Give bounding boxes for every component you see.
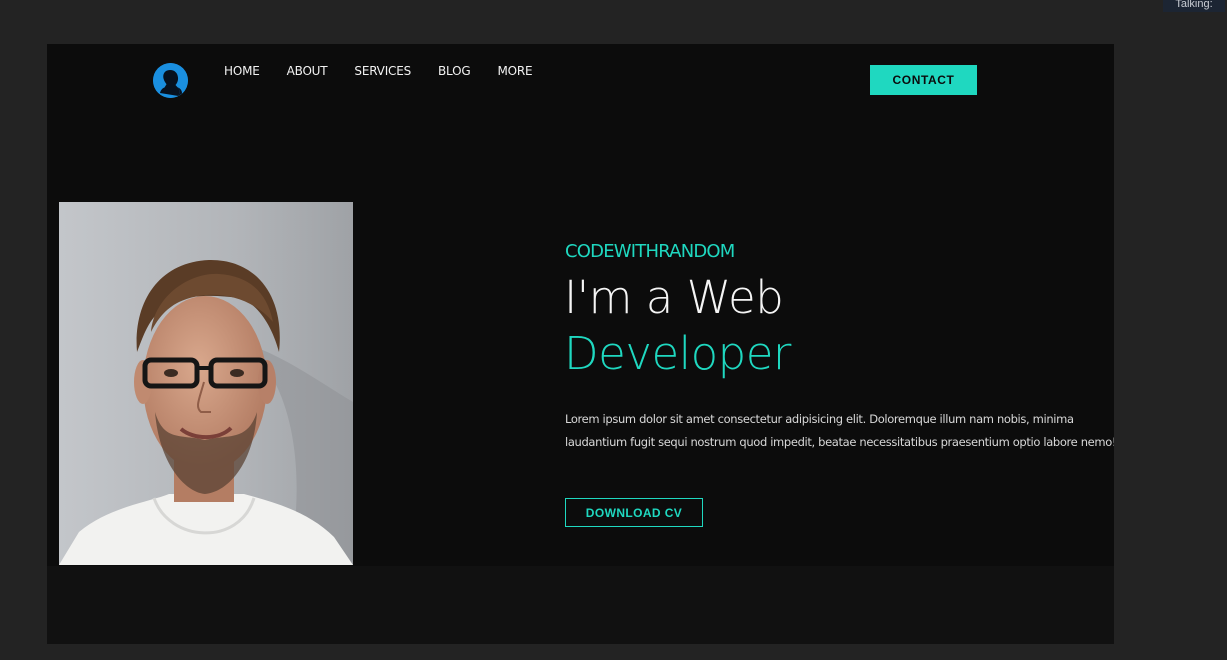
nav-blog-link[interactable]: BLOG	[438, 64, 471, 78]
nav-services-link[interactable]: SERVICES	[354, 64, 411, 78]
nav-more-link[interactable]: MORE	[497, 64, 532, 78]
nav-home-link[interactable]: HOME	[224, 64, 260, 78]
corner-label: Talking:	[1163, 0, 1225, 12]
main-nav: HOME ABOUT SERVICES BLOG MORE	[224, 64, 559, 78]
frame-lower-band	[47, 566, 1114, 644]
nav-about-link[interactable]: ABOUT	[287, 64, 328, 78]
profile-photo	[59, 202, 353, 565]
website-frame: HOME ABOUT SERVICES BLOG MORE CONTACT CO…	[47, 44, 1114, 644]
hero-intro: Lorem ipsum dolor sit amet consectetur a…	[565, 412, 1114, 449]
hero-kicker: CODEWITHRANDOM	[565, 241, 735, 262]
hero-headline: I'm a Web Developer	[564, 270, 791, 382]
headline-line-1: I'm a Web	[564, 271, 784, 324]
download-cv-button[interactable]: DOWNLOAD CV	[565, 498, 703, 527]
headline-line-2: Developer	[564, 327, 791, 380]
user-silhouette-icon[interactable]	[153, 63, 188, 98]
contact-button[interactable]: CONTACT	[870, 65, 977, 95]
